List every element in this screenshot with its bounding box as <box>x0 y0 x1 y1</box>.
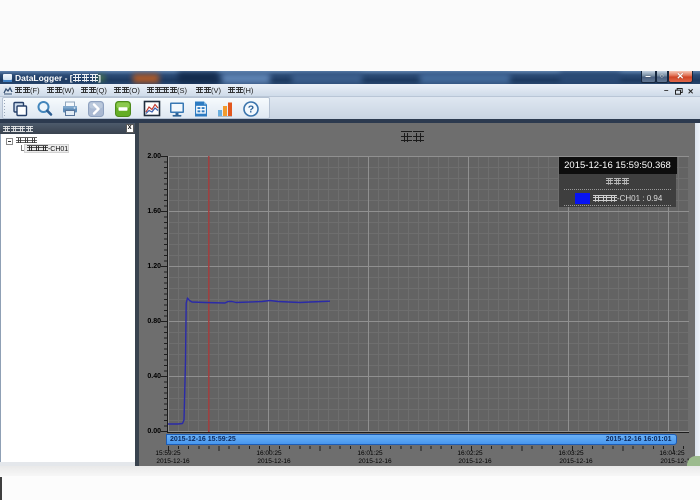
svg-text:?: ? <box>248 104 254 116</box>
